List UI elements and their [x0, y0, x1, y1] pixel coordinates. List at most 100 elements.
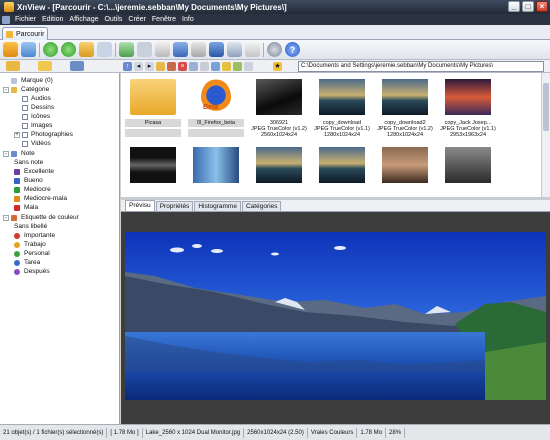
system-menu-icon[interactable]: [2, 15, 10, 24]
thumbnail-item[interactable]: copy_Jack Josep... JPEG TrueColor (v1.1) 2…: [439, 77, 497, 143]
contact-sheet-icon[interactable]: [245, 42, 260, 57]
capture-icon[interactable]: [227, 42, 242, 57]
thumbnail-item[interactable]: [187, 145, 245, 197]
thumbnail-item[interactable]: Picasa: [124, 77, 182, 143]
fullscreen-icon[interactable]: [21, 42, 36, 57]
thumbnail-item[interactable]: [124, 145, 182, 197]
tree-item[interactable]: Marque (0): [3, 76, 53, 85]
sort-icon[interactable]: [200, 61, 209, 71]
categories-view-icon[interactable]: [70, 61, 84, 71]
category-checkbox[interactable]: [22, 131, 28, 138]
tree-item[interactable]: Personal: [14, 249, 50, 258]
folders-view-icon[interactable]: [6, 61, 20, 71]
tree-item[interactable]: Bueno: [14, 176, 43, 185]
menu-edition[interactable]: Edition: [39, 16, 66, 23]
tree-item[interactable]: - Catégorie: [3, 85, 49, 94]
new-folder-icon[interactable]: [156, 61, 165, 71]
zoom-icon[interactable]: [244, 61, 253, 71]
tree-item[interactable]: Mediocre: [14, 185, 51, 194]
tab-proprietes[interactable]: Propriétés: [155, 201, 194, 211]
thumbnail-item[interactable]: [313, 145, 371, 197]
filter-icon[interactable]: [211, 61, 220, 71]
thumbnail-item[interactable]: Beta 0l_Firefox_beta: [187, 77, 245, 143]
menu-fenetre[interactable]: Fenêtre: [149, 16, 179, 23]
print-icon[interactable]: [155, 42, 170, 57]
address-input[interactable]: C:\Documents and Settings\jeremie.sebban…: [298, 61, 544, 72]
tree-item[interactable]: Excellente: [14, 167, 54, 176]
menu-info[interactable]: Info: [179, 16, 197, 23]
category-checkbox[interactable]: [22, 104, 28, 111]
back-icon[interactable]: [43, 42, 58, 57]
tab-histogramme[interactable]: Histogramme: [194, 201, 241, 211]
expand-icon[interactable]: +: [14, 131, 20, 138]
category-checkbox[interactable]: [22, 113, 28, 120]
tree-item[interactable]: Icônes: [14, 112, 50, 121]
tab-categories[interactable]: Catégories: [241, 201, 282, 211]
rating-icon[interactable]: [222, 61, 231, 71]
forward-icon[interactable]: [61, 42, 76, 57]
tree-item[interactable]: Dessins: [14, 103, 54, 112]
maximize-button[interactable]: □: [522, 1, 534, 12]
minimize-button[interactable]: _: [508, 1, 520, 12]
move-icon[interactable]: [167, 61, 176, 71]
tree-item[interactable]: - Etiquette de couleur: [3, 213, 79, 222]
tree-item[interactable]: Vidéos: [14, 139, 51, 148]
open-icon[interactable]: [119, 42, 134, 57]
folder-up-icon[interactable]: [79, 42, 94, 57]
tree-item-label: Sans note: [14, 159, 44, 166]
thumbnail-item[interactable]: [439, 145, 497, 197]
slideshow-icon[interactable]: [209, 42, 224, 57]
thumbnail-image: [193, 147, 239, 183]
delete-icon[interactable]: ×: [178, 61, 187, 71]
tree-item[interactable]: Images: [14, 121, 52, 130]
tree-item[interactable]: Importante: [14, 231, 55, 240]
tree-item[interactable]: Sans note: [14, 158, 43, 167]
help-icon[interactable]: ?: [285, 42, 300, 57]
tab-previsu[interactable]: Prévisu: [125, 200, 155, 211]
view-mode-icon[interactable]: [189, 61, 198, 71]
menu-outils[interactable]: Outils: [101, 16, 125, 23]
tree-item[interactable]: Audios: [14, 94, 51, 103]
thumbnail-item[interactable]: 306921 JPEG TrueColor (v1.2) 2560x1024x24: [250, 77, 308, 143]
close-button[interactable]: ×: [536, 1, 548, 12]
tree-item[interactable]: Después: [14, 267, 50, 276]
settings-gear-icon[interactable]: [267, 42, 282, 57]
category-checkbox[interactable]: [22, 140, 28, 147]
browse-icon[interactable]: [3, 42, 18, 57]
category-checkbox[interactable]: [22, 122, 28, 129]
thumbnail-item[interactable]: [250, 145, 308, 197]
favorites-icon[interactable]: [38, 61, 52, 71]
tree-item[interactable]: + Photographies: [14, 130, 73, 139]
menu-fichier[interactable]: Fichier: [12, 16, 39, 23]
category-checkbox[interactable]: [22, 95, 28, 102]
tab-parcourir[interactable]: Parcourir: [2, 27, 48, 40]
scan-icon[interactable]: [173, 42, 188, 57]
menu-affichage[interactable]: Affichage: [66, 16, 101, 23]
color-label-icon[interactable]: [233, 61, 242, 71]
menu-creer[interactable]: Créer: [125, 16, 149, 23]
status-zoom: 28%: [386, 427, 406, 438]
collapse-icon[interactable]: -: [3, 214, 9, 221]
tree-item[interactable]: Mala: [14, 203, 38, 212]
thumbnail-item[interactable]: [376, 145, 434, 197]
status-selection-size: [ 1.78 Mo ]: [107, 427, 143, 438]
arrow-right-icon[interactable]: ▸: [145, 61, 154, 71]
refresh-icon[interactable]: [97, 42, 112, 57]
tree-item[interactable]: Mediocre-mala: [14, 194, 67, 203]
thumbnail-item[interactable]: copy_download JPEG TrueColor (v1.1) 1280x1…: [313, 77, 371, 143]
collapse-icon[interactable]: -: [3, 150, 9, 157]
arrow-up-icon[interactable]: ↑: [123, 61, 132, 71]
tree-item[interactable]: Tarea: [14, 258, 40, 267]
tree-item-label: Note: [21, 150, 35, 157]
arrow-left-icon[interactable]: ◂: [134, 61, 143, 71]
tree-item[interactable]: Sans libellé: [14, 222, 47, 231]
thumbnail-scrollbar[interactable]: [541, 73, 550, 197]
tree-item[interactable]: - Note: [3, 149, 35, 158]
scrollbar-thumb[interactable]: [543, 83, 549, 131]
binoculars-icon[interactable]: [137, 42, 152, 57]
thumbnail-item[interactable]: copy_download2 JPEG TrueColor (v1.2) 1280x…: [376, 77, 434, 143]
star-icon[interactable]: ★: [273, 61, 282, 71]
collapse-icon[interactable]: -: [3, 86, 9, 93]
tree-item[interactable]: Trabajo: [14, 240, 46, 249]
convert-icon[interactable]: [191, 42, 206, 57]
